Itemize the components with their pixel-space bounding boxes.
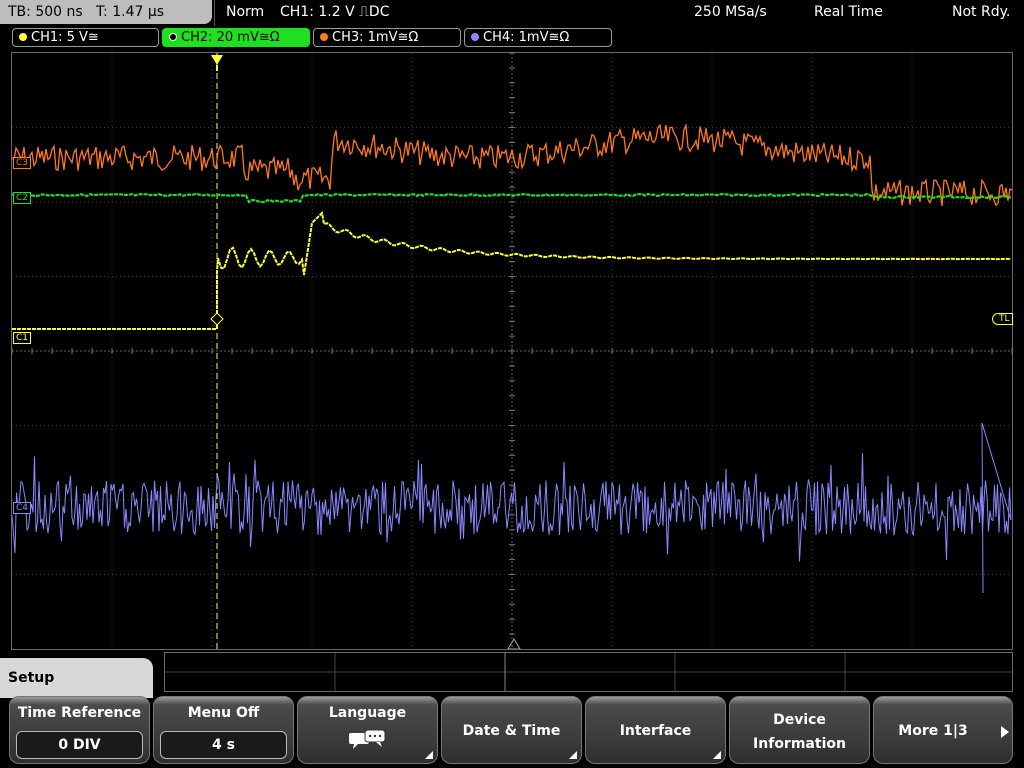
- timebase-value: TB: 500 ns: [8, 4, 83, 20]
- submenu-arrow-icon: [425, 751, 433, 759]
- channel-3-label: CH3: 1mV≅Ω: [332, 30, 419, 45]
- channel-4-trace: [12, 422, 1012, 594]
- acquisition-type: Real Time: [814, 4, 883, 20]
- channel-3-offset-marker[interactable]: C3: [13, 157, 32, 169]
- tab-channel-3[interactable]: CH3: 1mV≅Ω: [313, 28, 461, 47]
- trigger-point-icon: [210, 312, 224, 326]
- overview-strip: [164, 652, 1013, 692]
- status-bar: TB: 500 ns T: 1.47 µs Norm CH1: 1.2 V ⎍D…: [0, 0, 1024, 26]
- date-time-label: Date & Time: [462, 723, 561, 739]
- tab-channel-4[interactable]: CH4: 1mV≅Ω: [464, 28, 612, 47]
- tab-channel-2[interactable]: CH2: 20 mV≅Ω: [162, 28, 310, 47]
- time-reference-button[interactable]: Time Reference 0 DIV: [9, 696, 150, 764]
- tab-channel-1[interactable]: CH1: 5 V≅: [12, 28, 159, 47]
- channel-4-offset-marker[interactable]: C4: [13, 502, 32, 514]
- time-reference-label: Time Reference: [17, 705, 142, 721]
- menu-off-button[interactable]: Menu Off 4 s: [153, 696, 294, 764]
- channel-4-color-dot: [471, 33, 479, 41]
- channel-4-label: CH4: 1mV≅Ω: [483, 30, 570, 45]
- date-time-button[interactable]: Date & Time: [441, 696, 582, 764]
- status-divider: [214, 0, 215, 26]
- submenu-arrow-icon: [713, 751, 721, 759]
- waveform-canvas: [12, 53, 1012, 649]
- waveform-display[interactable]: C3 C2 C1 C4 TL: [11, 52, 1013, 650]
- more-page-button[interactable]: More 1|3: [873, 696, 1013, 764]
- trigger-level-marker[interactable]: TL: [992, 313, 1013, 325]
- trigger-time-value: T: 1.47 µs: [96, 4, 165, 20]
- trigger-position-icon[interactable]: [211, 55, 223, 65]
- play-arrow-icon: [1001, 726, 1009, 738]
- timebase-display[interactable]: TB: 500 ns T: 1.47 µs: [0, 0, 212, 24]
- channel-1-color-dot: [19, 33, 27, 41]
- channel-2-color-dot: [169, 33, 177, 41]
- channel-1-label: CH1: 5 V≅: [31, 30, 99, 45]
- device-information-button[interactable]: Device Information: [729, 696, 870, 764]
- trigger-source-level: CH1: 1.2 V: [280, 4, 355, 20]
- trigger-ready-state: Not Rdy.: [952, 4, 1011, 20]
- channel-1-offset-marker[interactable]: C1: [13, 332, 32, 344]
- channel-2-label: CH2: 20 mV≅Ω: [181, 30, 280, 45]
- interface-button[interactable]: Interface: [585, 696, 726, 764]
- channel-2-offset-marker[interactable]: C2: [13, 192, 32, 204]
- more-page-label: More 1|3: [898, 723, 968, 739]
- menu-title: Setup: [0, 658, 153, 698]
- acquisition-mode[interactable]: Norm: [226, 0, 264, 24]
- device-information-label-line2: Information: [753, 736, 846, 752]
- language-button[interactable]: Language: [297, 696, 438, 764]
- menu-off-value[interactable]: 4 s: [160, 731, 287, 759]
- interface-label: Interface: [619, 723, 692, 739]
- channel-3-color-dot: [320, 33, 328, 41]
- time-reference-value[interactable]: 0 DIV: [16, 731, 143, 759]
- graticule: [12, 53, 1012, 649]
- reference-triangle-icon: [507, 638, 521, 649]
- language-label: Language: [328, 705, 407, 721]
- trigger-slope-coupling: ⎍DC: [359, 4, 390, 20]
- submenu-arrow-icon: [569, 751, 577, 759]
- device-information-label-line1: Device: [773, 712, 826, 728]
- trigger-info[interactable]: CH1: 1.2 V ⎍DC: [280, 0, 389, 24]
- menu-off-label: Menu Off: [187, 705, 260, 721]
- sample-rate: 250 MSa/s: [694, 4, 767, 20]
- speech-bubbles-icon: [349, 729, 386, 749]
- overview-strip-grid: [165, 653, 1012, 691]
